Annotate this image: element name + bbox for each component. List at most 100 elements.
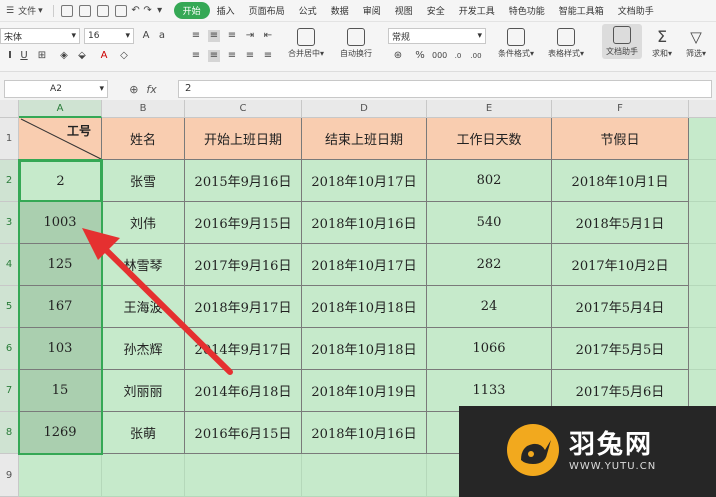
outdent-icon[interactable]: ⇤ bbox=[262, 30, 274, 42]
cell-c3[interactable]: 2016年9月15日 bbox=[185, 202, 302, 244]
align-left-icon[interactable]: ≡ bbox=[190, 50, 202, 62]
cell-b2[interactable]: 张雪 bbox=[102, 160, 185, 202]
percent-icon[interactable]: % bbox=[414, 50, 426, 62]
row-header-8[interactable]: 8 bbox=[0, 412, 19, 454]
tab-page-layout[interactable]: 页面布局 bbox=[242, 4, 292, 17]
font-color-icon[interactable]: A bbox=[98, 50, 110, 62]
cell-c4[interactable]: 2017年9月16日 bbox=[185, 244, 302, 286]
cell-a2[interactable]: 2 bbox=[19, 160, 102, 202]
cell-a9[interactable] bbox=[19, 454, 102, 497]
cell-g1[interactable] bbox=[689, 118, 716, 160]
align-right-icon[interactable]: ≡ bbox=[226, 50, 238, 62]
cell-d2[interactable]: 2018年10月17日 bbox=[302, 160, 427, 202]
conditional-format-button[interactable]: 条件格式▾ bbox=[496, 28, 536, 59]
cell-b8[interactable]: 张萌 bbox=[102, 412, 185, 454]
row-header-6[interactable]: 6 bbox=[0, 328, 19, 370]
row-header-9[interactable]: 9 bbox=[0, 454, 19, 497]
merge-center-button[interactable]: 合并居中▾ bbox=[286, 28, 326, 59]
cell-c5[interactable]: 2018年9月17日 bbox=[185, 286, 302, 328]
cell-e2[interactable]: 802 bbox=[427, 160, 552, 202]
row-header-2[interactable]: 2 bbox=[0, 160, 19, 202]
clear-format-icon[interactable]: ◇ bbox=[118, 50, 130, 62]
formula-input[interactable]: 2 bbox=[178, 80, 712, 98]
cell-g6[interactable] bbox=[689, 328, 716, 370]
cell-b5[interactable]: 王海波 bbox=[102, 286, 185, 328]
column-header-f[interactable]: F bbox=[552, 100, 689, 118]
align-center-icon[interactable]: ≡ bbox=[208, 50, 220, 62]
cell-d7[interactable]: 2018年10月19日 bbox=[302, 370, 427, 412]
wrap-text-button[interactable]: 自动换行 bbox=[336, 28, 376, 59]
cell-c2[interactable]: 2015年9月16日 bbox=[185, 160, 302, 202]
cell-d3[interactable]: 2018年10月16日 bbox=[302, 202, 427, 244]
cell-f4[interactable]: 2017年10月2日 bbox=[552, 244, 689, 286]
tab-developer[interactable]: 开发工具 bbox=[452, 4, 502, 17]
thousands-icon[interactable]: 000 bbox=[432, 50, 447, 62]
column-header-c[interactable]: C bbox=[185, 100, 302, 118]
align-top-icon[interactable]: ≡ bbox=[190, 30, 202, 42]
align-bottom-icon[interactable]: ≡ bbox=[226, 30, 238, 42]
justify-icon[interactable]: ≡ bbox=[244, 50, 256, 62]
cell-b3[interactable]: 刘伟 bbox=[102, 202, 185, 244]
cell-g5[interactable] bbox=[689, 286, 716, 328]
tab-home[interactable]: 开始 bbox=[173, 2, 210, 19]
cell-g4[interactable] bbox=[689, 244, 716, 286]
tab-view[interactable]: 视图 bbox=[388, 4, 420, 17]
cell-d4[interactable]: 2018年10月17日 bbox=[302, 244, 427, 286]
fill-color-icon[interactable]: ◈ bbox=[58, 50, 70, 62]
print-preview-icon[interactable] bbox=[114, 4, 127, 17]
undo-icon[interactable]: ↶ bbox=[130, 5, 142, 17]
zoom-formula-icon[interactable]: ⊕ bbox=[129, 83, 138, 96]
cell-b4[interactable]: 林雪琴 bbox=[102, 244, 185, 286]
row-header-5[interactable]: 5 bbox=[0, 286, 19, 328]
indent-icon[interactable]: ⇥ bbox=[244, 30, 256, 42]
cell-c6[interactable]: 2014年9月17日 bbox=[185, 328, 302, 370]
underline-icon[interactable]: U bbox=[18, 50, 30, 62]
cell-e6[interactable]: 1066 bbox=[427, 328, 552, 370]
align-middle-icon[interactable]: ≡ bbox=[208, 30, 220, 42]
tab-data[interactable]: 数据 bbox=[324, 4, 356, 17]
distribute-icon[interactable]: ≡ bbox=[262, 50, 274, 62]
sum-button[interactable]: Σ 求和▾ bbox=[644, 28, 680, 59]
filter-button[interactable]: ▽ 筛选▾ bbox=[678, 28, 714, 59]
tab-special[interactable]: 特色功能 bbox=[502, 4, 552, 17]
cell-d8[interactable]: 2018年10月16日 bbox=[302, 412, 427, 454]
cell-e1[interactable]: 工作日天数 bbox=[427, 118, 552, 160]
cell-d6[interactable]: 2018年10月18日 bbox=[302, 328, 427, 370]
row-header-4[interactable]: 4 bbox=[0, 244, 19, 286]
cell-g2[interactable] bbox=[689, 160, 716, 202]
cell-f1[interactable]: 节假日 bbox=[552, 118, 689, 160]
file-menu[interactable]: ☰ 文件 ▾ bbox=[0, 4, 49, 18]
cell-c9[interactable] bbox=[185, 454, 302, 497]
cell-a4[interactable]: 125 bbox=[19, 244, 102, 286]
italic-icon[interactable]: I bbox=[4, 50, 16, 62]
cell-a7[interactable]: 15 bbox=[19, 370, 102, 412]
tab-doc-assistant[interactable]: 文档助手 bbox=[611, 4, 661, 17]
highlight-icon[interactable]: ⬙ bbox=[76, 50, 88, 62]
cell-a8[interactable]: 1269 bbox=[19, 412, 102, 454]
currency-icon[interactable]: ⊛ bbox=[392, 50, 404, 62]
cell-a1[interactable]: 工号 bbox=[19, 118, 102, 160]
cell-f5[interactable]: 2017年5月4日 bbox=[552, 286, 689, 328]
increase-decimal-icon[interactable]: .0 bbox=[452, 50, 464, 62]
cell-c7[interactable]: 2014年6月18日 bbox=[185, 370, 302, 412]
cell-b9[interactable] bbox=[102, 454, 185, 497]
cell-a5[interactable]: 167 bbox=[19, 286, 102, 328]
cell-d9[interactable] bbox=[302, 454, 427, 497]
column-header-e[interactable]: E bbox=[427, 100, 552, 118]
cell-f6[interactable]: 2017年5月5日 bbox=[552, 328, 689, 370]
tab-insert[interactable]: 插入 bbox=[210, 4, 242, 17]
doc-assistant-button[interactable]: 文档助手 bbox=[602, 24, 642, 59]
save-icon[interactable] bbox=[60, 4, 73, 17]
cell-f3[interactable]: 2018年5月1日 bbox=[552, 202, 689, 244]
format-painter-icon[interactable] bbox=[78, 4, 91, 17]
row-header-7[interactable]: 7 bbox=[0, 370, 19, 412]
cell-g3[interactable] bbox=[689, 202, 716, 244]
tab-security[interactable]: 安全 bbox=[420, 4, 452, 17]
tab-smart-toolbox[interactable]: 智能工具箱 bbox=[552, 4, 611, 17]
cell-b1[interactable]: 姓名 bbox=[102, 118, 185, 160]
border-icon[interactable]: ⊞ bbox=[36, 50, 48, 62]
column-header-g[interactable] bbox=[689, 100, 716, 118]
tab-review[interactable]: 审阅 bbox=[356, 4, 388, 17]
decrease-decimal-icon[interactable]: .00 bbox=[470, 50, 482, 62]
cell-a6[interactable]: 103 bbox=[19, 328, 102, 370]
